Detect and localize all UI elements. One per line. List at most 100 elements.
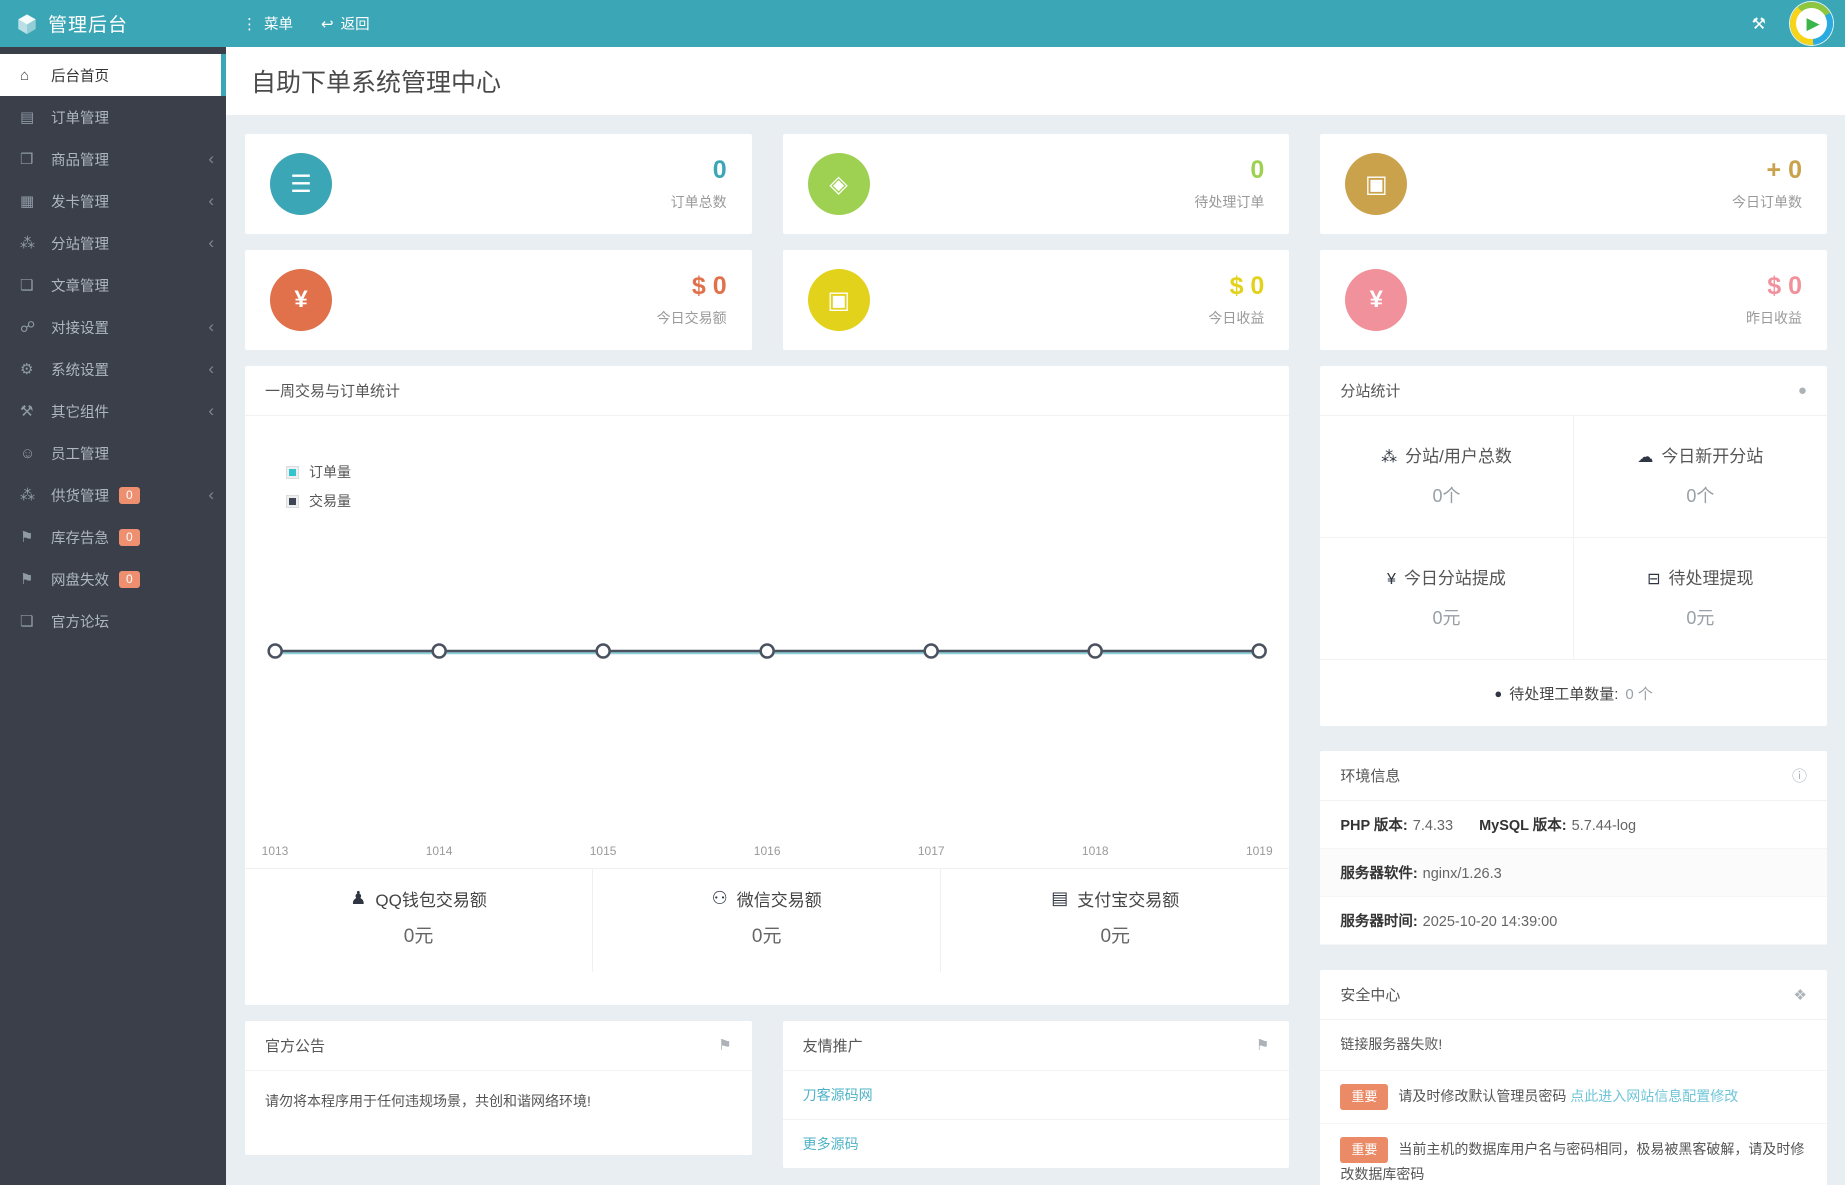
- back-button[interactable]: ↩ 返回: [321, 13, 370, 34]
- sidebar-item-netdisk-fail[interactable]: ⚑ 网盘失效 0: [0, 558, 226, 600]
- sidebar-item-staff[interactable]: ☺ 员工管理: [0, 432, 226, 474]
- promo-links: 刀客源码网 更多源码: [782, 1071, 1290, 1168]
- legend-item[interactable]: 交易量: [286, 491, 351, 511]
- substat-value: 0个: [1686, 486, 1715, 506]
- dot-icon: ●: [1797, 382, 1807, 399]
- yen-icon: ¥: [270, 269, 332, 331]
- environment-panel-header: 环境信息 ⓘ: [1320, 751, 1827, 801]
- stat-value: 0: [1250, 156, 1265, 184]
- security-panel-header: 安全中心 ❖: [1320, 970, 1827, 1020]
- sidebar-item-label: 订单管理: [51, 110, 109, 127]
- sidebar-item-articles[interactable]: ❏ 文章管理: [0, 264, 226, 306]
- list-ol-icon: ☰: [270, 153, 332, 215]
- stat-label: 待处理订单: [1194, 194, 1265, 210]
- gateway-label: 微信交易额: [736, 891, 822, 910]
- stat-label: 昨日收益: [1745, 310, 1802, 326]
- main-area: 自助下单系统管理中心 ☰ 0 订单总数 ◈ 0 待处理订单 ▣ + 0 今日订单数 ¥ $ 0 今日交…: [226, 0, 1845, 1185]
- pending-tickets-row: ● 待处理工单数量: 0 个: [1320, 660, 1827, 726]
- gateway-label: QQ钱包交易额: [375, 891, 487, 910]
- info-icon: ⓘ: [1791, 768, 1807, 785]
- topbar: 管理后台 ⋮ 菜单 ↩ 返回 ⚒ ▶: [0, 0, 1845, 47]
- sidebar-item-api-link[interactable]: ☍ 对接设置 ‹: [0, 306, 226, 348]
- promo-panel-header: 友情推广 ⚑: [782, 1021, 1290, 1071]
- stat-card-today-income: ▣ $ 0 今日收益: [782, 250, 1290, 350]
- sidebar-item-label: 后台首页: [51, 68, 109, 85]
- x-axis-label: 1016: [753, 844, 781, 858]
- chevron-left-icon: ‹: [208, 149, 214, 168]
- stat-card-yesterday-income: ¥ $ 0 昨日收益: [1320, 250, 1827, 350]
- security-alerts: 链接服务器失败! 重要 请及时修改默认管理员密码 点此进入网站信息配置修改 重要 当前主…: [1320, 1020, 1827, 1185]
- substat-label: 今日新开分站: [1661, 447, 1764, 466]
- stat-card-pending-orders: ◈ 0 待处理订单: [782, 134, 1290, 234]
- gateway-value: 0元: [403, 926, 434, 947]
- sidebar-item-label: 其它组件: [51, 404, 109, 421]
- substation-stats-panel: 分站统计 ● ⁂ 分站/用户总数 0个 ☁ 今日新开分站 0个 ¥ 今日分站提成 0元 ⊟ 待处理提…: [1320, 366, 1827, 726]
- stat-value: $ 0: [1229, 272, 1265, 300]
- stat-label: 订单总数: [670, 194, 727, 210]
- substat-value: 0元: [1686, 608, 1715, 628]
- wrench-icon[interactable]: ⚒: [1752, 14, 1766, 34]
- security-panel: 安全中心 ❖ 链接服务器失败! 重要 请及时修改默认管理员密码 点此进入网站信息配置…: [1320, 970, 1827, 1185]
- sidebar-item-label: 对接设置: [51, 320, 109, 337]
- gateway-value: 0元: [751, 926, 782, 947]
- substat-new-substations: ☁ 今日新开分站 0个: [1573, 416, 1827, 538]
- substat-total-substations: ⁂ 分站/用户总数 0个: [1320, 416, 1574, 538]
- x-axis-label: 1013: [261, 844, 289, 858]
- substat-value: 0个: [1432, 486, 1461, 506]
- wechat-icon: ⚇: [711, 888, 728, 908]
- sidebar-item-supply[interactable]: ⁂ 供货管理 0 ‹: [0, 474, 226, 516]
- environment-row: 服务器时间: 2025-10-20 14:39:00: [1320, 897, 1827, 945]
- sidebar-item-home[interactable]: ⌂ 后台首页: [0, 54, 226, 96]
- legend-label: 交易量: [309, 493, 351, 509]
- security-title: 安全中心: [1340, 987, 1401, 1004]
- page-title: 自助下单系统管理中心: [251, 69, 502, 97]
- stat-value: $ 0: [691, 272, 727, 300]
- sidebar-item-label: 发卡管理: [51, 194, 109, 211]
- environment-row: 服务器软件: nginx/1.26.3: [1320, 849, 1827, 897]
- substation-title: 分站统计: [1340, 383, 1401, 400]
- pending-tickets-value: 0 个: [1625, 685, 1653, 703]
- back-arrow-icon: ↩: [321, 15, 334, 33]
- sidebar-item-products[interactable]: ❒ 商品管理 ‹: [0, 138, 226, 180]
- substation-grid: ⁂ 分站/用户总数 0个 ☁ 今日新开分站 0个 ¥ 今日分站提成 0元 ⊟ 待处理提现 0元: [1320, 416, 1827, 660]
- env-value: 2025-10-20 14:39:00: [1422, 914, 1558, 930]
- yen-icon: ¥: [1387, 571, 1396, 588]
- sidebar-item-card-issue[interactable]: ▦ 发卡管理 ‹: [0, 180, 226, 222]
- important-badge: 重要: [1340, 1083, 1389, 1110]
- stat-label: 今日交易额: [656, 310, 727, 326]
- promo-link[interactable]: 更多源码: [783, 1120, 1290, 1168]
- book-icon: ❏: [20, 613, 34, 630]
- sidebar-item-orders[interactable]: ▤ 订单管理: [0, 96, 226, 138]
- sidebar: ⌂ 后台首页 ▤ 订单管理 ❒ 商品管理 ‹ ▦ 发卡管理 ‹ ⁂ 分站管理 ‹ ❏ 文章管理 ☍ 对接设置 ‹ ⚙…: [0, 47, 226, 1185]
- tools-icon: ⚒: [20, 403, 34, 420]
- legend-label: 订单量: [309, 464, 351, 480]
- sidebar-item-forum[interactable]: ❏ 官方论坛: [0, 600, 226, 642]
- yen-icon: ¥: [1345, 269, 1408, 331]
- sidebar-item-components[interactable]: ⚒ 其它组件 ‹: [0, 390, 226, 432]
- topbar-right: ⚒ ▶: [1752, 2, 1845, 45]
- substat-label: 待处理提现: [1668, 569, 1754, 588]
- content-grid: ☰ 0 订单总数 ◈ 0 待处理订单 ▣ + 0 今日订单数 ¥ $ 0 今日交易额 ▣ $ 0 今日收益 ¥…: [226, 115, 1845, 1185]
- sidebar-item-label: 网盘失效: [51, 572, 109, 589]
- chart-panel-header: 一周交易与订单统计: [245, 366, 1290, 416]
- sitemap-icon: ⁂: [20, 487, 35, 504]
- security-alert: 重要 请及时修改默认管理员密码 点此进入网站信息配置修改: [1320, 1071, 1827, 1124]
- promo-link[interactable]: 刀客源码网: [782, 1071, 1290, 1120]
- gateway-qq-wallet: ♟ QQ钱包交易额 0元: [245, 869, 594, 972]
- x-axis-label: 1015: [589, 844, 617, 858]
- x-axis-label: 1018: [1081, 844, 1109, 858]
- sidebar-item-substation[interactable]: ⁂ 分站管理 ‹: [0, 222, 226, 264]
- grid-icon: ▦: [20, 193, 35, 210]
- brand[interactable]: 管理后台: [0, 10, 226, 37]
- chevron-left-icon: ‹: [208, 233, 214, 252]
- sidebar-item-system[interactable]: ⚙ 系统设置 ‹: [0, 348, 226, 390]
- config-link[interactable]: 点此进入网站信息配置修改: [1570, 1088, 1738, 1104]
- legend-item[interactable]: 订单量: [286, 462, 351, 482]
- env-label: 服务器时间:: [1340, 914, 1418, 930]
- brand-title: 管理后台: [48, 15, 129, 36]
- menu-button[interactable]: ⋮ 菜单: [242, 13, 293, 34]
- sidebar-item-stock-alert[interactable]: ⚑ 库存告急 0: [0, 516, 226, 558]
- app-logo[interactable]: ▶: [1790, 2, 1833, 45]
- env-value: 7.4.33: [1412, 818, 1454, 834]
- stat-value: 0: [712, 156, 727, 184]
